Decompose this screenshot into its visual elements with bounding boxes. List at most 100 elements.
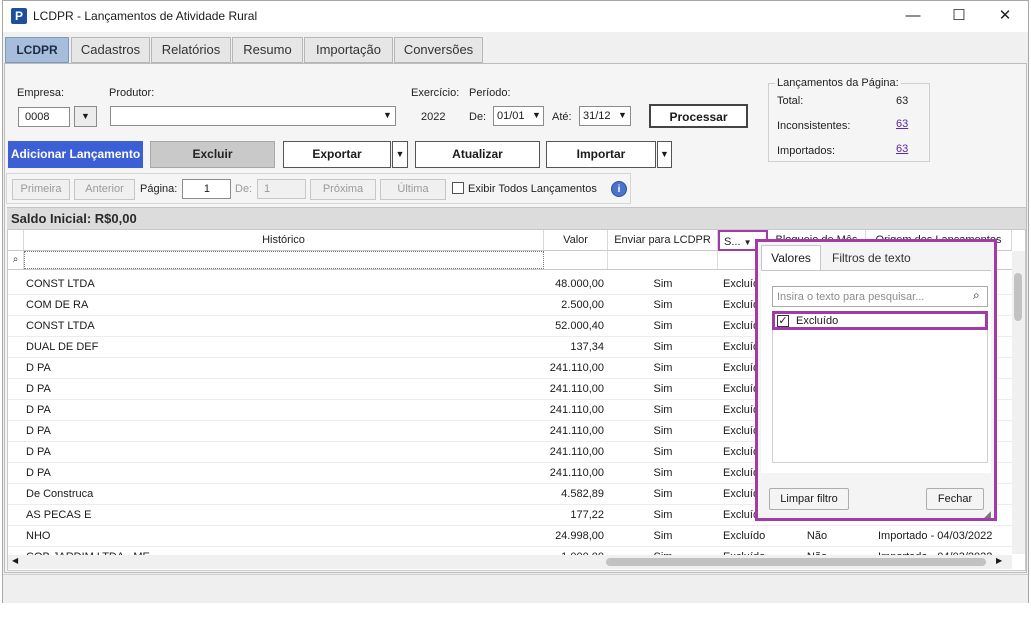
- cell-valor[interactable]: 52.000,40: [544, 316, 608, 336]
- cell-historico[interactable]: De Construca: [24, 484, 544, 504]
- cell-origem[interactable]: Importado - 04/03/2022: [866, 526, 1012, 546]
- anterior-button[interactable]: Anterior: [74, 179, 135, 200]
- empresa-field[interactable]: 0008: [18, 107, 70, 127]
- tab-conversoes[interactable]: Conversões: [394, 37, 483, 63]
- resize-grip-icon[interactable]: ◢: [984, 509, 991, 520]
- importados-link[interactable]: 63: [896, 143, 908, 155]
- cell-historico[interactable]: CONST LTDA: [24, 274, 544, 294]
- tab-valores[interactable]: Valores: [761, 245, 821, 271]
- exercicio-value: 2022: [421, 111, 446, 123]
- cell-enviar[interactable]: Sim: [608, 295, 718, 315]
- table-row[interactable]: NHO 24.998,00 Sim Excluído Não Importado - 04…: [8, 526, 1012, 547]
- maximize-icon[interactable]: ☐: [944, 5, 974, 27]
- cell-historico[interactable]: D PA: [24, 400, 544, 420]
- cell-enviar[interactable]: Sim: [608, 463, 718, 483]
- empresa-dropdown-button[interactable]: ▼: [74, 106, 97, 127]
- cell-historico[interactable]: D PA: [24, 358, 544, 378]
- cell-enviar[interactable]: Sim: [608, 400, 718, 420]
- horizontal-scroll-thumb[interactable]: [606, 558, 986, 566]
- filter-enviar[interactable]: [608, 251, 718, 269]
- cell-valor[interactable]: 241.110,00: [544, 421, 608, 441]
- cell-enviar[interactable]: Sim: [608, 337, 718, 357]
- limpar-filtro-button[interactable]: Limpar filtro: [769, 488, 849, 510]
- atualizar-button[interactable]: Atualizar: [415, 141, 540, 168]
- cell-historico[interactable]: D PA: [24, 442, 544, 462]
- cell-enviar[interactable]: Sim: [608, 442, 718, 462]
- scroll-right-icon[interactable]: ▶: [996, 556, 1002, 565]
- cell-valor[interactable]: 241.110,00: [544, 463, 608, 483]
- summary-title: Lançamentos da Página:: [775, 77, 901, 89]
- cell-historico[interactable]: D PA: [24, 463, 544, 483]
- cell-valor[interactable]: 241.110,00: [544, 400, 608, 420]
- cell-enviar[interactable]: Sim: [608, 358, 718, 378]
- vertical-scroll-thumb[interactable]: [1014, 273, 1022, 321]
- cell-valor[interactable]: 137,34: [544, 337, 608, 357]
- header-status-label: S...: [724, 236, 741, 248]
- header-enviar[interactable]: Enviar para LCDPR: [608, 230, 718, 251]
- cell-valor[interactable]: 177,22: [544, 505, 608, 525]
- cell-valor[interactable]: 24.998,00: [544, 526, 608, 546]
- cell-enviar[interactable]: Sim: [608, 505, 718, 525]
- tab-resumo[interactable]: Resumo: [232, 37, 303, 63]
- cell-bloqueio[interactable]: Não: [768, 526, 866, 546]
- row-indicator-header: [8, 230, 24, 251]
- primeira-button[interactable]: Primeira: [12, 179, 70, 200]
- ultima-button[interactable]: Última: [380, 179, 446, 200]
- importar-button[interactable]: Importar: [546, 141, 656, 168]
- exibir-todos-label: Exibir Todos Lançamentos: [468, 183, 597, 195]
- horizontal-scrollbar[interactable]: ◀ ▶: [8, 555, 1012, 569]
- cell-enviar[interactable]: Sim: [608, 421, 718, 441]
- tab-filtros-texto[interactable]: Filtros de texto: [832, 251, 911, 265]
- tab-cadastros[interactable]: Cadastros: [71, 37, 150, 63]
- filter-historico[interactable]: [24, 251, 544, 269]
- cell-enviar[interactable]: Sim: [608, 484, 718, 504]
- cell-historico[interactable]: D PA: [24, 421, 544, 441]
- tab-importacao[interactable]: Importação: [304, 37, 393, 63]
- cell-historico[interactable]: DUAL DE DEF: [24, 337, 544, 357]
- cell-historico[interactable]: NHO: [24, 526, 544, 546]
- proxima-button[interactable]: Próxima: [310, 179, 376, 200]
- cell-valor[interactable]: 241.110,00: [544, 379, 608, 399]
- cell-valor[interactable]: 48.000,00: [544, 274, 608, 294]
- close-icon[interactable]: ✕: [990, 5, 1020, 27]
- cell-valor[interactable]: 241.110,00: [544, 442, 608, 462]
- exportar-button[interactable]: Exportar: [283, 141, 391, 168]
- fechar-button[interactable]: Fechar: [926, 488, 984, 510]
- processar-button[interactable]: Processar: [649, 104, 748, 128]
- pagina-field[interactable]: 1: [182, 179, 231, 199]
- search-box[interactable]: Insira o texto para pesquisar... ⌕: [772, 286, 988, 307]
- filter-valor[interactable]: [544, 251, 608, 269]
- cell-enviar[interactable]: Sim: [608, 274, 718, 294]
- ate-label: Até:: [552, 111, 572, 123]
- produtor-select[interactable]: [110, 106, 396, 126]
- cell-historico[interactable]: D PA: [24, 379, 544, 399]
- minimize-icon[interactable]: —: [898, 5, 928, 27]
- cell-enviar[interactable]: Sim: [608, 526, 718, 546]
- cell-historico[interactable]: COM DE RA: [24, 295, 544, 315]
- cell-enviar[interactable]: Sim: [608, 379, 718, 399]
- cell-valor[interactable]: 241.110,00: [544, 358, 608, 378]
- info-icon[interactable]: i: [611, 181, 627, 197]
- value-item-excluido[interactable]: ✓ Excluído: [772, 311, 988, 330]
- cell-status[interactable]: Excluído: [718, 526, 768, 546]
- tab-lcdpr[interactable]: LCDPR: [5, 37, 69, 63]
- value-item-label: Excluído: [796, 315, 839, 327]
- cell-valor[interactable]: 2.500,00: [544, 295, 608, 315]
- cell-enviar[interactable]: Sim: [608, 316, 718, 336]
- scroll-left-icon[interactable]: ◀: [12, 556, 18, 565]
- vertical-scrollbar[interactable]: [1012, 251, 1025, 554]
- checkbox-checked-icon[interactable]: ✓: [777, 315, 789, 327]
- inconsistentes-link[interactable]: 63: [896, 118, 908, 130]
- cell-valor[interactable]: 4.582,89: [544, 484, 608, 504]
- tab-relatorios[interactable]: Relatórios: [151, 37, 231, 63]
- cell-historico[interactable]: CONST LTDA: [24, 316, 544, 336]
- cell-historico[interactable]: AS PECAS E: [24, 505, 544, 525]
- excluir-button[interactable]: Excluir: [150, 141, 275, 168]
- header-valor[interactable]: Valor: [544, 230, 608, 251]
- chevron-down-icon: ▼: [618, 110, 627, 120]
- exportar-dropdown-button[interactable]: ▼: [392, 141, 408, 168]
- exibir-todos-checkbox[interactable]: [452, 182, 464, 194]
- adicionar-lancamento-button[interactable]: Adicionar Lançamento: [8, 141, 143, 168]
- importar-dropdown-button[interactable]: ▼: [657, 141, 672, 168]
- header-historico[interactable]: Histórico: [24, 230, 544, 251]
